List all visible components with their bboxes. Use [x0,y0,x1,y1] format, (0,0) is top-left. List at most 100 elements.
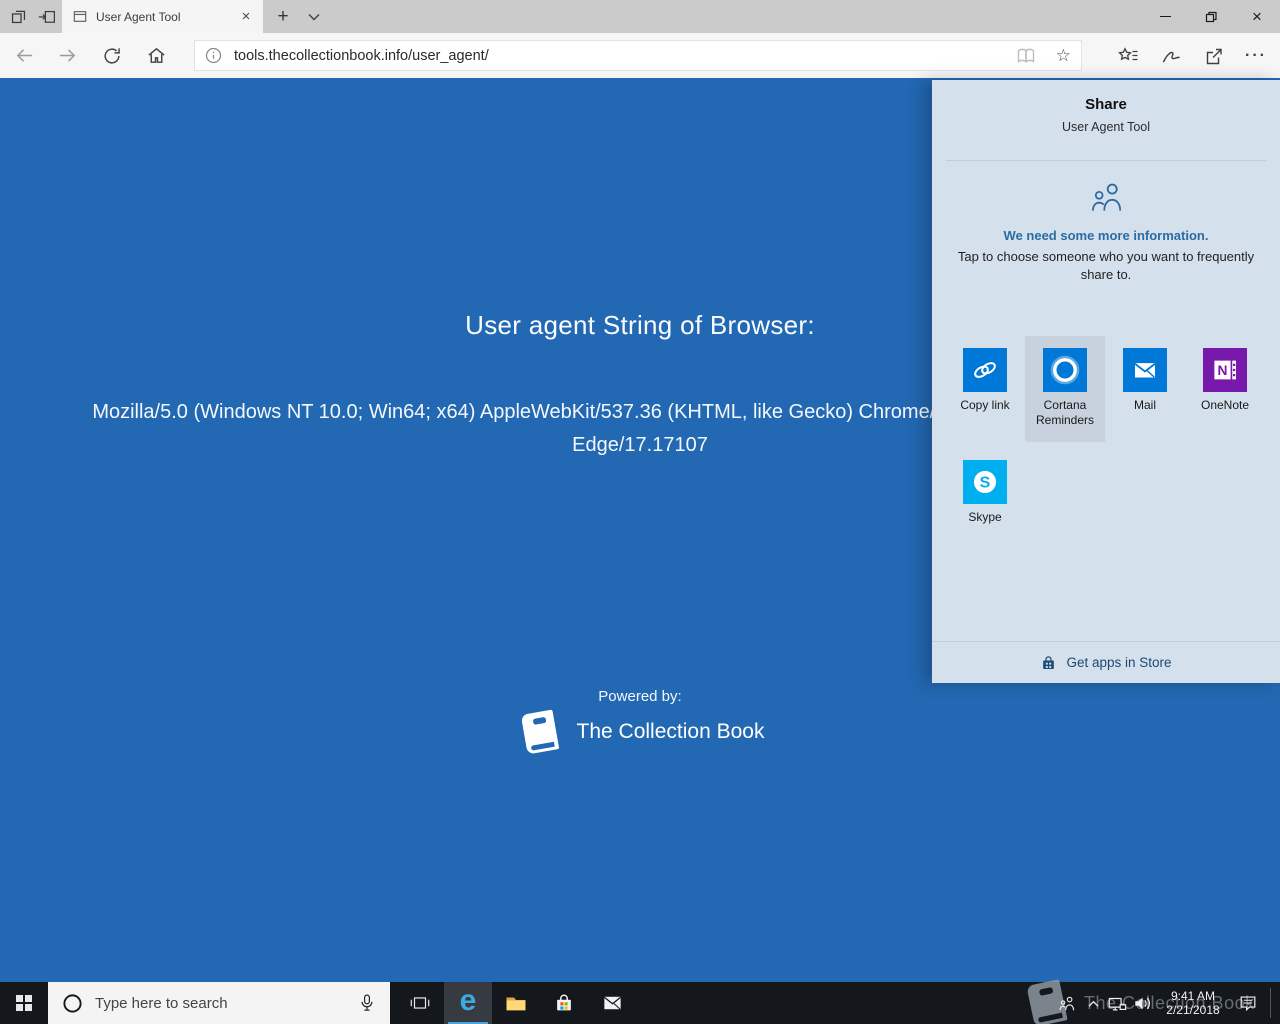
network-tray-button[interactable] [1104,982,1130,1024]
volume-tray-button[interactable] [1130,982,1156,1024]
cortana-circle-icon [63,993,82,1013]
window-controls: × [1142,0,1280,33]
tab-user-agent-tool[interactable]: User Agent Tool × [62,0,263,33]
taskbar-store-button[interactable] [540,982,588,1024]
settings-more-button[interactable]: ··· [1240,40,1272,71]
minimize-button[interactable] [1142,0,1188,33]
share-info-body: Tap to choose someone who you want to fr… [957,249,1255,282]
back-arrow-icon [16,49,32,62]
back-button[interactable] [8,40,40,71]
store-bag-icon [1043,655,1055,669]
mail-icon [603,996,621,1010]
refresh-button[interactable] [96,40,128,71]
windows-logo-icon [15,994,33,1012]
page-content: User agent String of Browser: Mozilla/5.… [0,78,1280,982]
new-tab-button[interactable]: + [268,0,298,33]
people-icon [1092,183,1122,211]
cortana-icon [1050,355,1080,385]
set-tabs-aside-button[interactable] [33,0,60,33]
taskbar-search-box[interactable]: Type here to search [48,982,390,1024]
share-target-label: Mail [1133,398,1156,412]
share-target-label: OneNote [1200,398,1250,412]
book-logo-icon [521,709,559,754]
taskbar-mail-button[interactable] [588,982,636,1024]
share-target-mail[interactable]: Mail [1105,336,1185,442]
start-button[interactable] [0,982,48,1024]
share-target-cortana-reminders[interactable]: Cortana Reminders [1025,336,1105,442]
show-hidden-icons-button[interactable] [1082,982,1104,1024]
restore-button[interactable] [1188,0,1234,33]
share-target-skype[interactable]: S Skype [945,448,1025,554]
favorites-list-icon [1117,46,1137,60]
get-apps-label: Get apps in Store [1066,655,1172,670]
show-desktop-button[interactable] [1270,988,1271,1018]
favorites-hub-button[interactable] [1112,40,1144,71]
share-target-copy-link[interactable]: Copy link [945,336,1025,442]
reading-view-button[interactable] [1016,47,1036,65]
share-info-heading: We need some more information. [1003,228,1209,243]
close-tab-button[interactable]: × [235,6,257,28]
taskbar-file-explorer-button[interactable] [492,982,540,1024]
network-icon [1108,997,1127,1010]
people-icon [1058,996,1074,1010]
add-favorite-button[interactable]: ☆ [1056,47,1071,64]
site-info-icon[interactable] [205,47,222,64]
share-panel-title: Share [1085,96,1127,113]
microphone-icon[interactable] [358,992,376,1014]
task-view-icon [410,997,430,1009]
forward-arrow-icon [59,49,75,62]
url-text[interactable]: tools.thecollectionbook.info/user_agent/ [234,48,1016,64]
edge-icon: e [459,984,477,1017]
share-target-onenote[interactable]: N OneNote [1185,336,1265,442]
onenote-icon: N [1214,360,1236,380]
notifications-icon [1240,996,1256,1012]
get-apps-in-store-link[interactable]: Get apps in Store [932,641,1280,683]
clock-time: 9:41 AM [1170,989,1216,1003]
clock-date: 2/21/2018 [1166,1003,1220,1017]
share-icon [1206,48,1222,64]
tab-bar: User Agent Tool × + × [0,0,1280,33]
divider [946,160,1266,161]
volume-icon [1135,997,1150,1009]
taskbar-people-button[interactable] [1052,982,1080,1024]
skype-icon: S [973,470,997,494]
close-window-button[interactable]: × [1234,0,1280,33]
share-target-label: Copy link [960,398,1010,412]
svg-text:S: S [980,475,991,492]
share-panel: Share User Agent Tool We need some more … [932,80,1280,683]
edge-browser-window: User Agent Tool × + × tools.thecollectio… [0,0,1280,1024]
taskbar-edge-button[interactable]: e [444,982,492,1024]
web-note-button[interactable] [1155,40,1187,71]
ink-pen-icon [1162,51,1180,63]
chevron-up-icon [1088,1000,1098,1007]
refresh-icon [104,47,120,64]
file-explorer-icon [506,997,526,1011]
page-icon [73,11,87,22]
store-icon [557,994,571,1011]
set-aside-icon [38,10,55,23]
forward-button[interactable] [51,40,83,71]
home-icon [147,47,165,63]
tab-list-dropdown-button[interactable] [300,0,328,33]
tab-preview-button[interactable] [5,0,32,33]
minimize-icon [1159,15,1171,18]
share-target-label: Cortana Reminders [1035,398,1095,427]
taskbar: Type here to search e The Collection Boo… [0,979,1280,1024]
share-targets-grid: Copy link Cortana Reminders Mail N OneNo… [945,336,1265,554]
restore-icon [1205,11,1217,22]
choose-people-area[interactable] [932,180,1280,214]
share-target-label: Skype [968,510,1002,524]
brand-logo-row: The Collection Book [0,708,1280,756]
search-placeholder: Type here to search [95,994,228,1012]
share-panel-subtitle: User Agent Tool [1061,120,1151,134]
navigation-bar: tools.thecollectionbook.info/user_agent/… [0,33,1280,78]
home-button[interactable] [140,40,172,71]
task-view-button[interactable] [396,982,444,1024]
share-button[interactable] [1198,40,1230,71]
stacked-tabs-icon [11,10,26,24]
address-bar[interactable]: tools.thecollectionbook.info/user_agent/… [194,40,1082,71]
more-dots-icon: ··· [1245,46,1267,64]
taskbar-clock[interactable]: 9:41 AM 2/21/2018 [1156,982,1230,1024]
action-center-button[interactable] [1232,982,1264,1024]
reading-view-icon [1017,48,1034,63]
